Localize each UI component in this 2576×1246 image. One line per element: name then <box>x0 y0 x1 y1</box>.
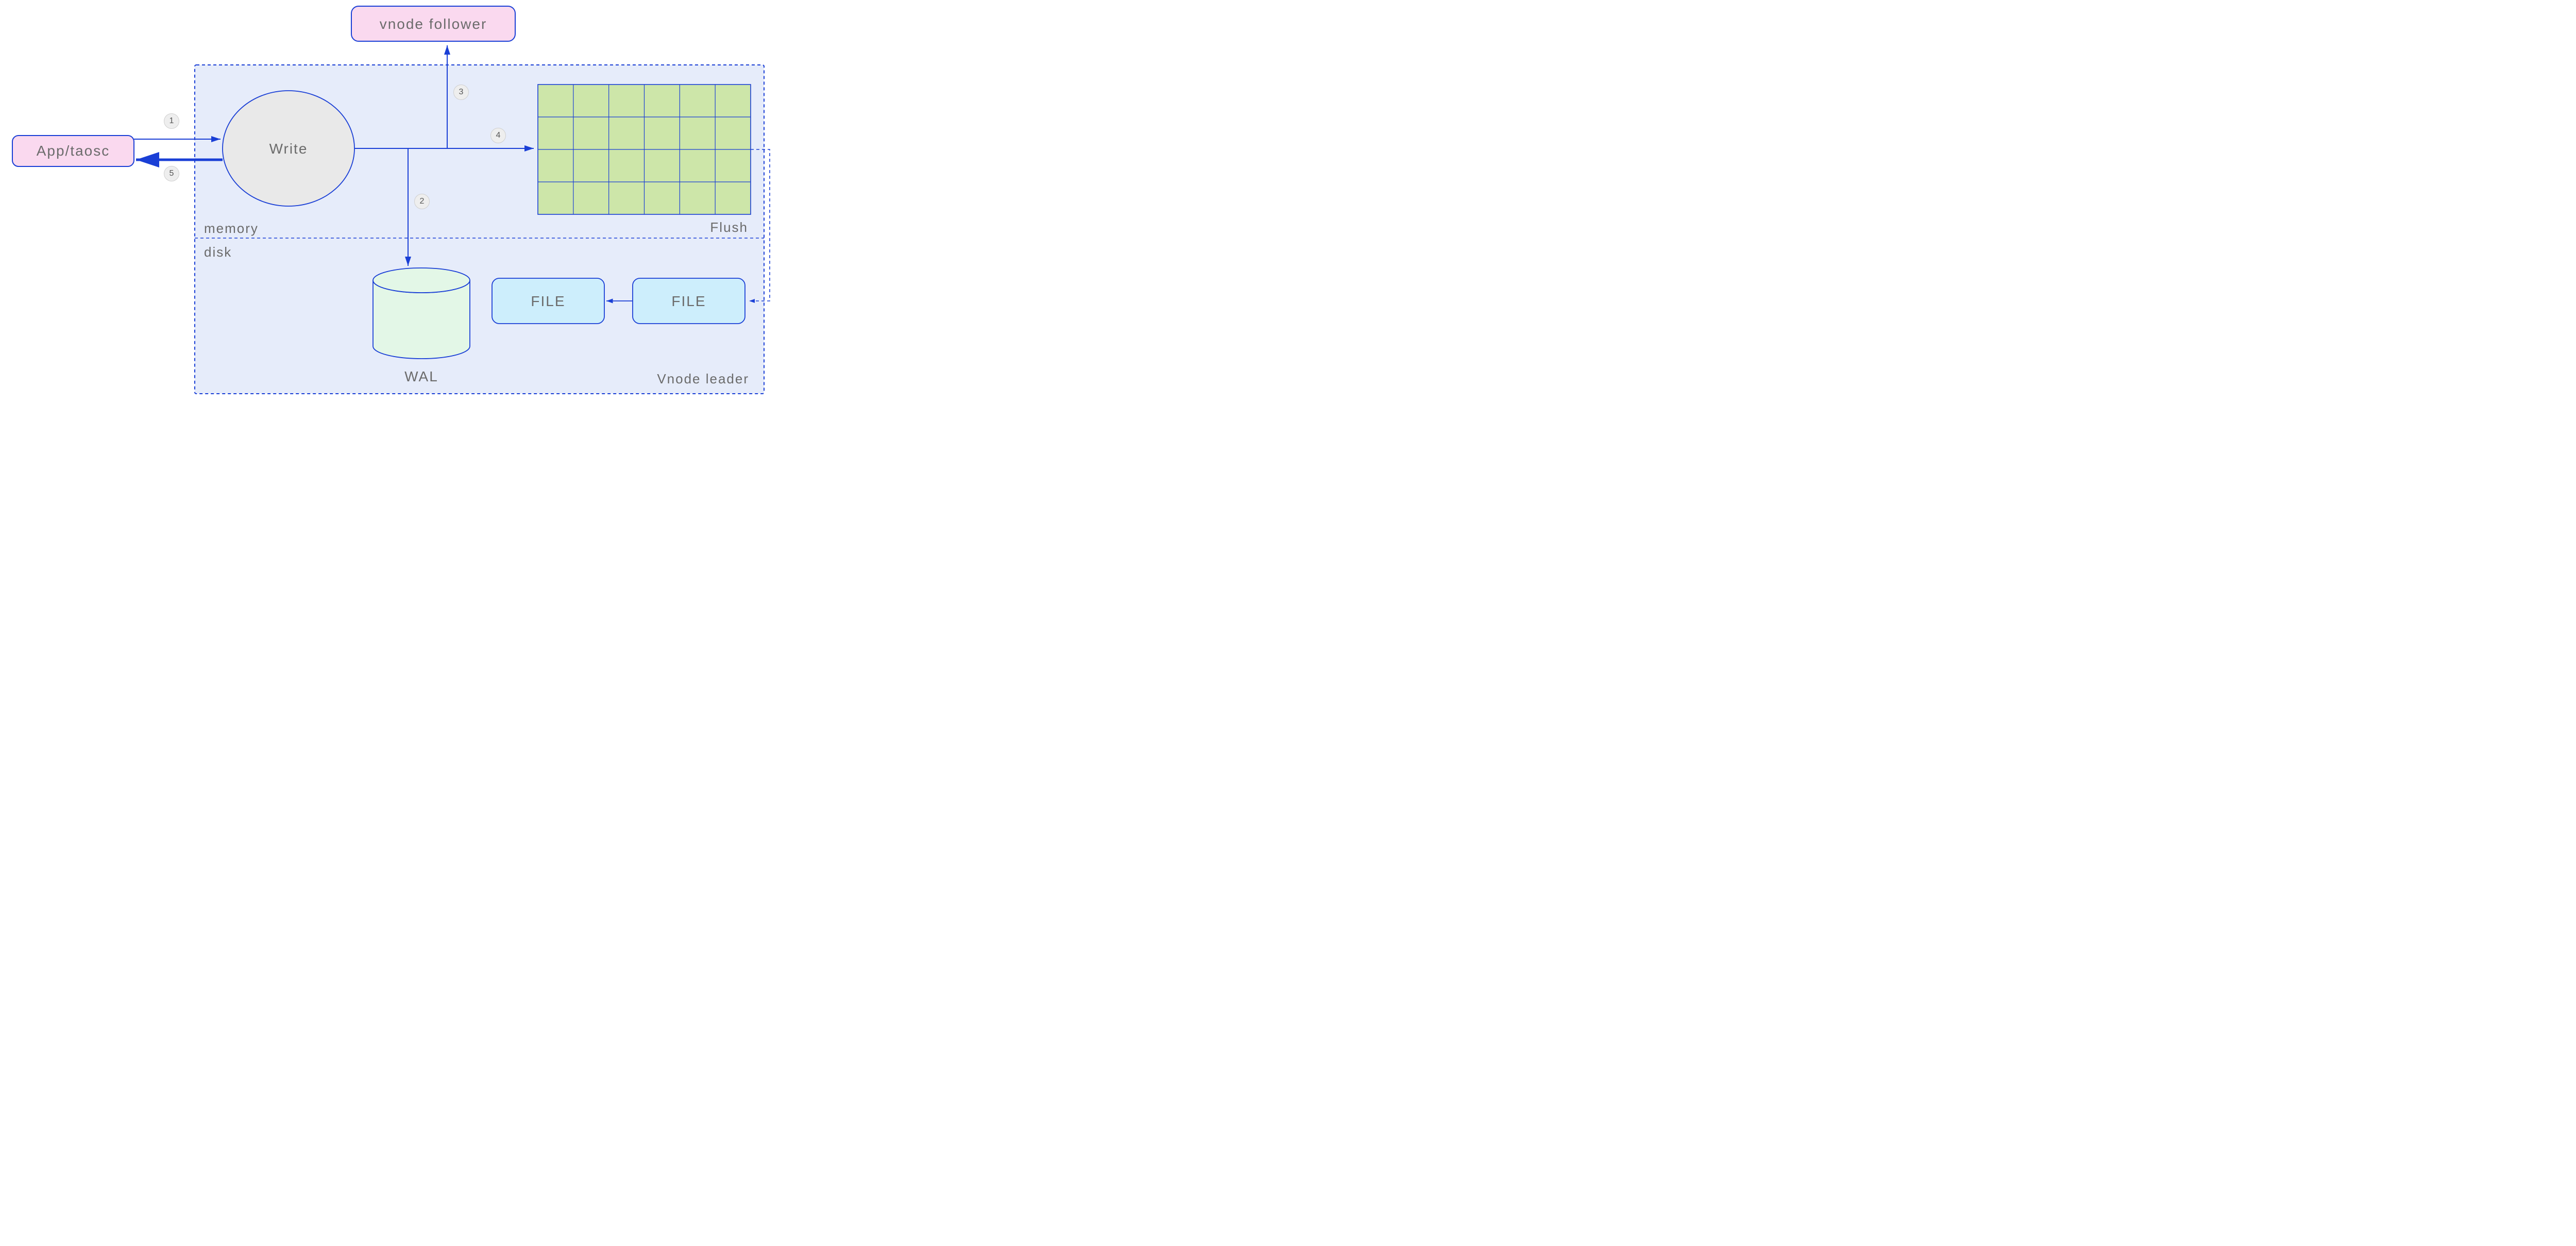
memory-label: memory <box>204 221 259 236</box>
wal-cylinder <box>373 268 470 359</box>
flush-label: Flush <box>710 220 748 235</box>
step-badge-3: 3 <box>453 85 469 100</box>
app-label: App/taosc <box>37 143 110 159</box>
step-badge-5: 5 <box>164 166 179 181</box>
step-badge-1: 1 <box>164 113 179 129</box>
disk-label: disk <box>204 244 232 260</box>
step-badge-2: 2 <box>414 194 430 209</box>
step-badge-4: 4 <box>490 128 506 143</box>
file1-label: FILE <box>531 293 565 309</box>
vnode-leader-label: Vnode leader <box>657 371 749 386</box>
diagram-canvas: memory disk Vnode leader Flush App/taosc… <box>0 0 788 412</box>
write-label: Write <box>269 141 308 157</box>
wal-label: WAL <box>404 368 438 384</box>
file2-label: FILE <box>671 293 706 309</box>
memory-grid <box>538 85 751 214</box>
vnode-follower-label: vnode follower <box>380 16 487 32</box>
diagram-svg: memory disk Vnode leader Flush App/taosc… <box>0 0 788 412</box>
